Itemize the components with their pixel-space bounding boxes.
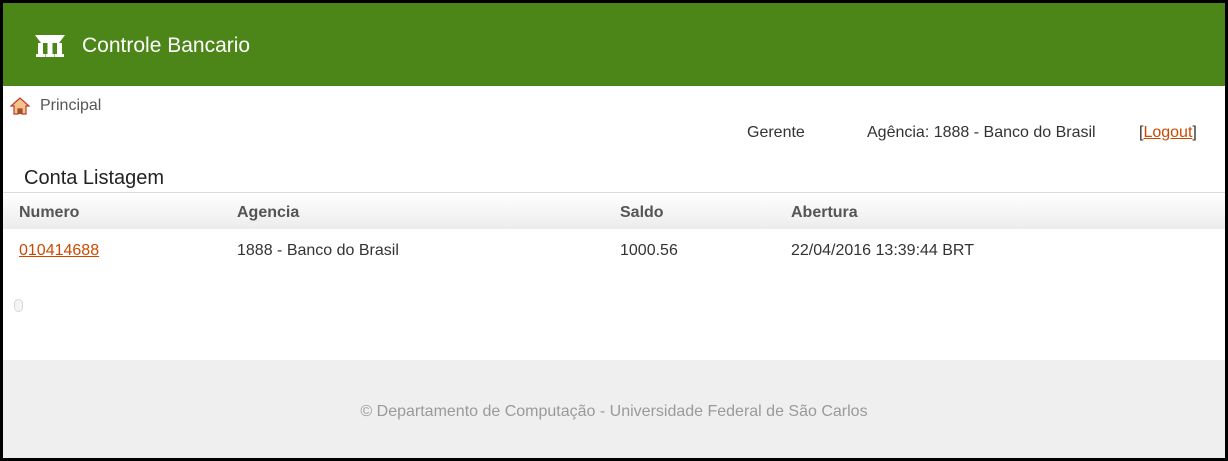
app-window: Controle Bancario Principal Gerente Agên… xyxy=(3,3,1225,458)
app-header: Controle Bancario xyxy=(3,3,1225,86)
column-header-saldo[interactable]: Saldo xyxy=(620,203,664,223)
column-header-agencia[interactable]: Agencia xyxy=(237,203,299,223)
home-link[interactable]: Principal xyxy=(10,96,101,116)
page-title: Conta Listagem xyxy=(24,167,165,189)
user-role: Gerente xyxy=(747,124,805,141)
account-number-link[interactable]: 010414688 xyxy=(19,242,99,259)
home-icon xyxy=(10,97,30,115)
pagination-control[interactable] xyxy=(14,299,23,312)
home-link-label: Principal xyxy=(40,97,102,114)
bank-logo-icon xyxy=(35,35,65,57)
column-header-numero[interactable]: Numero xyxy=(19,203,79,223)
logout-wrapper: [Logout] xyxy=(1139,123,1197,143)
page-footer: © Departamento de Computação - Universid… xyxy=(3,360,1225,458)
logout-bracket-close: ] xyxy=(1192,124,1197,141)
cell-numero: 010414688 xyxy=(19,241,99,261)
cell-saldo: 1000.56 xyxy=(620,242,678,259)
app-title: Controle Bancario xyxy=(82,34,251,57)
user-agency: Agência: 1888 - Banco do Brasil xyxy=(867,124,1096,141)
table-row: 010414688 1888 - Banco do Brasil 1000.56… xyxy=(3,229,1225,273)
logout-link[interactable]: Logout xyxy=(1143,124,1192,141)
table-header: Numero Agencia Saldo Abertura xyxy=(3,192,1225,229)
cell-agencia: 1888 - Banco do Brasil xyxy=(237,242,399,259)
column-header-abertura[interactable]: Abertura xyxy=(791,203,858,223)
footer-copyright: © Departamento de Computação - Universid… xyxy=(360,403,868,420)
cell-abertura: 22/04/2016 13:39:44 BRT xyxy=(791,242,974,259)
